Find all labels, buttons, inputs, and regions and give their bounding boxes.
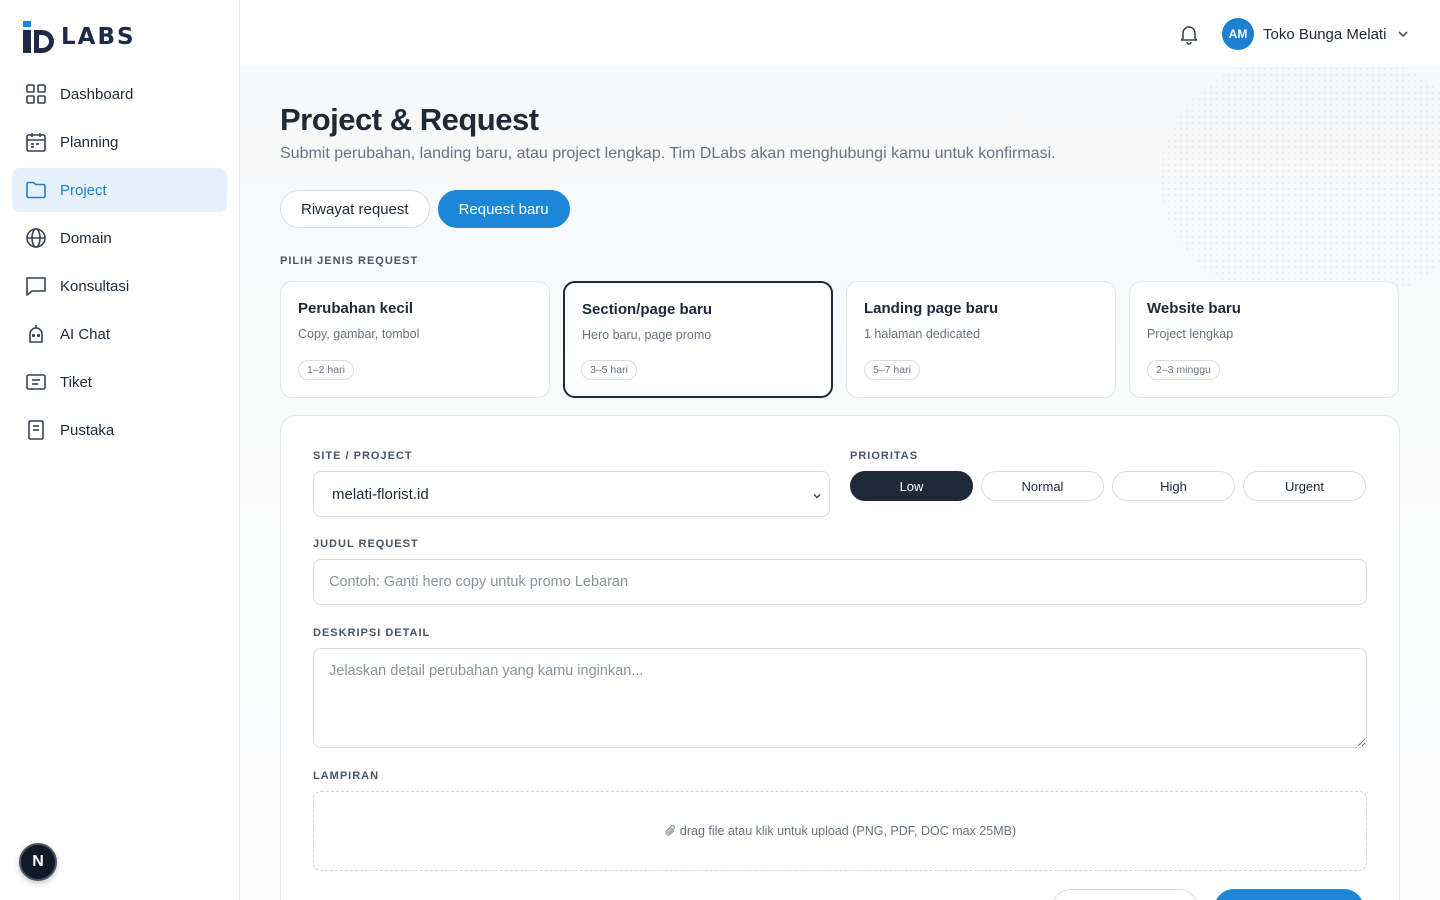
tab-riwayat-request[interactable]: Riwayat request <box>280 190 430 228</box>
sidebar-item-domain[interactable]: Domain <box>12 216 227 260</box>
robot-icon <box>24 322 48 346</box>
request-type-card-landing-page-baru[interactable]: Landing page baru 1 halaman dedicated 5–… <box>846 281 1116 398</box>
duration-badge: 1–2 hari <box>298 360 354 380</box>
request-type-title: Perubahan kecil <box>298 300 414 317</box>
attachment-hint: drag file atau klik untuk upload (PNG, P… <box>679 824 1017 838</box>
dlabs-logo[interactable]: LABS <box>23 19 136 55</box>
chevron-down-icon <box>811 489 823 501</box>
sidebar-item-label: Dashboard <box>60 85 134 103</box>
request-type-list: Perubahan kecil Copy, gambar, tombol 1–2… <box>280 281 1399 398</box>
folder-icon <box>24 178 48 202</box>
request-form: SITE / PROJECT melati-florist.id PRIORIT… <box>280 415 1400 900</box>
duration-badge: 3–5 hari <box>581 360 637 380</box>
sidebar: LABS Dashboard Planning Project Domain K… <box>0 0 240 900</box>
avatar: AM <box>1222 18 1254 50</box>
calendar-icon <box>24 130 48 154</box>
site-project-value: melati-florist.id <box>332 485 429 503</box>
request-type-card-section-page-baru[interactable]: Section/page baru Hero baru, page promo … <box>563 281 833 398</box>
user-name: Toko Bunga Melati <box>1263 25 1387 43</box>
page-subtitle: Submit perubahan, landing baru, atau pro… <box>280 145 1056 162</box>
priority-options: Low Normal High Urgent <box>850 471 1366 501</box>
ticket-icon <box>24 370 48 394</box>
sidebar-item-label: Tiket <box>60 373 92 391</box>
user-menu[interactable]: AM Toko Bunga Melati <box>1222 18 1410 50</box>
site-project-label: SITE / PROJECT <box>313 450 413 462</box>
top-bar: AM Toko Bunga Melati <box>240 0 1440 68</box>
request-type-label: PILIH JENIS REQUEST <box>280 255 419 267</box>
cancel-button[interactable] <box>1051 889 1199 900</box>
request-type-desc: Project lengkap <box>1147 327 1234 341</box>
request-type-desc: 1 halaman dedicated <box>864 327 981 341</box>
priority-low-button[interactable]: Low <box>850 471 973 501</box>
sidebar-item-label: Domain <box>60 229 112 247</box>
tab-request-baru[interactable]: Request baru <box>437 190 570 228</box>
priority-high-button[interactable]: High <box>1112 471 1235 501</box>
sidebar-item-label: Konsultasi <box>60 277 130 295</box>
description-textarea[interactable] <box>313 648 1367 748</box>
globe-icon <box>24 226 48 250</box>
priority-urgent-button[interactable]: Urgent <box>1243 471 1366 501</box>
dot-pattern-decoration <box>1160 68 1440 308</box>
paperclip-icon <box>664 824 678 838</box>
request-type-desc: Copy, gambar, tombol <box>298 327 420 341</box>
sidebar-item-label: Project <box>60 181 107 199</box>
book-icon <box>24 418 48 442</box>
sidebar-item-label: Planning <box>60 133 119 151</box>
grid-icon <box>24 82 48 106</box>
page-title: Project & Request <box>280 102 539 137</box>
duration-badge: 2–3 minggu <box>1147 360 1220 380</box>
attachment-label: LAMPIRAN <box>313 770 380 782</box>
main-content: Project & Request Submit perubahan, land… <box>240 68 1440 900</box>
logo-text: LABS <box>61 24 136 50</box>
next-dev-badge[interactable]: N <box>19 843 57 881</box>
sidebar-item-ai-chat[interactable]: AI Chat <box>12 312 227 356</box>
priority-normal-button[interactable]: Normal <box>981 471 1104 501</box>
duration-badge: 5–7 hari <box>864 360 920 380</box>
sidebar-nav: Dashboard Planning Project Domain Konsul… <box>12 72 227 456</box>
request-type-title: Website baru <box>1147 300 1241 317</box>
request-tabs: Riwayat request Request baru <box>280 190 570 228</box>
chat-bubble-icon <box>24 274 48 298</box>
logo-i-d-mark <box>23 21 54 53</box>
request-type-title: Landing page baru <box>864 300 999 317</box>
attachment-dropzone[interactable]: drag file atau klik untuk upload (PNG, P… <box>313 791 1367 871</box>
description-label: DESKRIPSI DETAIL <box>313 627 431 639</box>
sidebar-item-tiket[interactable]: Tiket <box>12 360 227 404</box>
request-type-desc: Hero baru, page promo <box>582 328 712 342</box>
sidebar-item-konsultasi[interactable]: Konsultasi <box>12 264 227 308</box>
sidebar-item-label: AI Chat <box>60 325 111 343</box>
chevron-down-icon <box>1396 27 1410 41</box>
bell-icon[interactable] <box>1178 23 1200 45</box>
sidebar-item-label: Pustaka <box>60 421 115 439</box>
sidebar-item-dashboard[interactable]: Dashboard <box>12 72 227 116</box>
request-type-card-perubahan-kecil[interactable]: Perubahan kecil Copy, gambar, tombol 1–2… <box>280 281 550 398</box>
request-type-title: Section/page baru <box>582 301 713 318</box>
priority-label: PRIORITAS <box>850 450 919 462</box>
sidebar-item-planning[interactable]: Planning <box>12 120 227 164</box>
sidebar-item-project[interactable]: Project <box>12 168 227 212</box>
site-project-select[interactable]: melati-florist.id <box>313 471 830 517</box>
sidebar-item-pustaka[interactable]: Pustaka <box>12 408 227 452</box>
request-title-label: JUDUL REQUEST <box>313 538 419 550</box>
submit-request-button[interactable] <box>1214 889 1364 900</box>
request-title-input[interactable] <box>313 559 1367 605</box>
request-type-card-website-baru[interactable]: Website baru Project lengkap 2–3 minggu <box>1129 281 1399 398</box>
